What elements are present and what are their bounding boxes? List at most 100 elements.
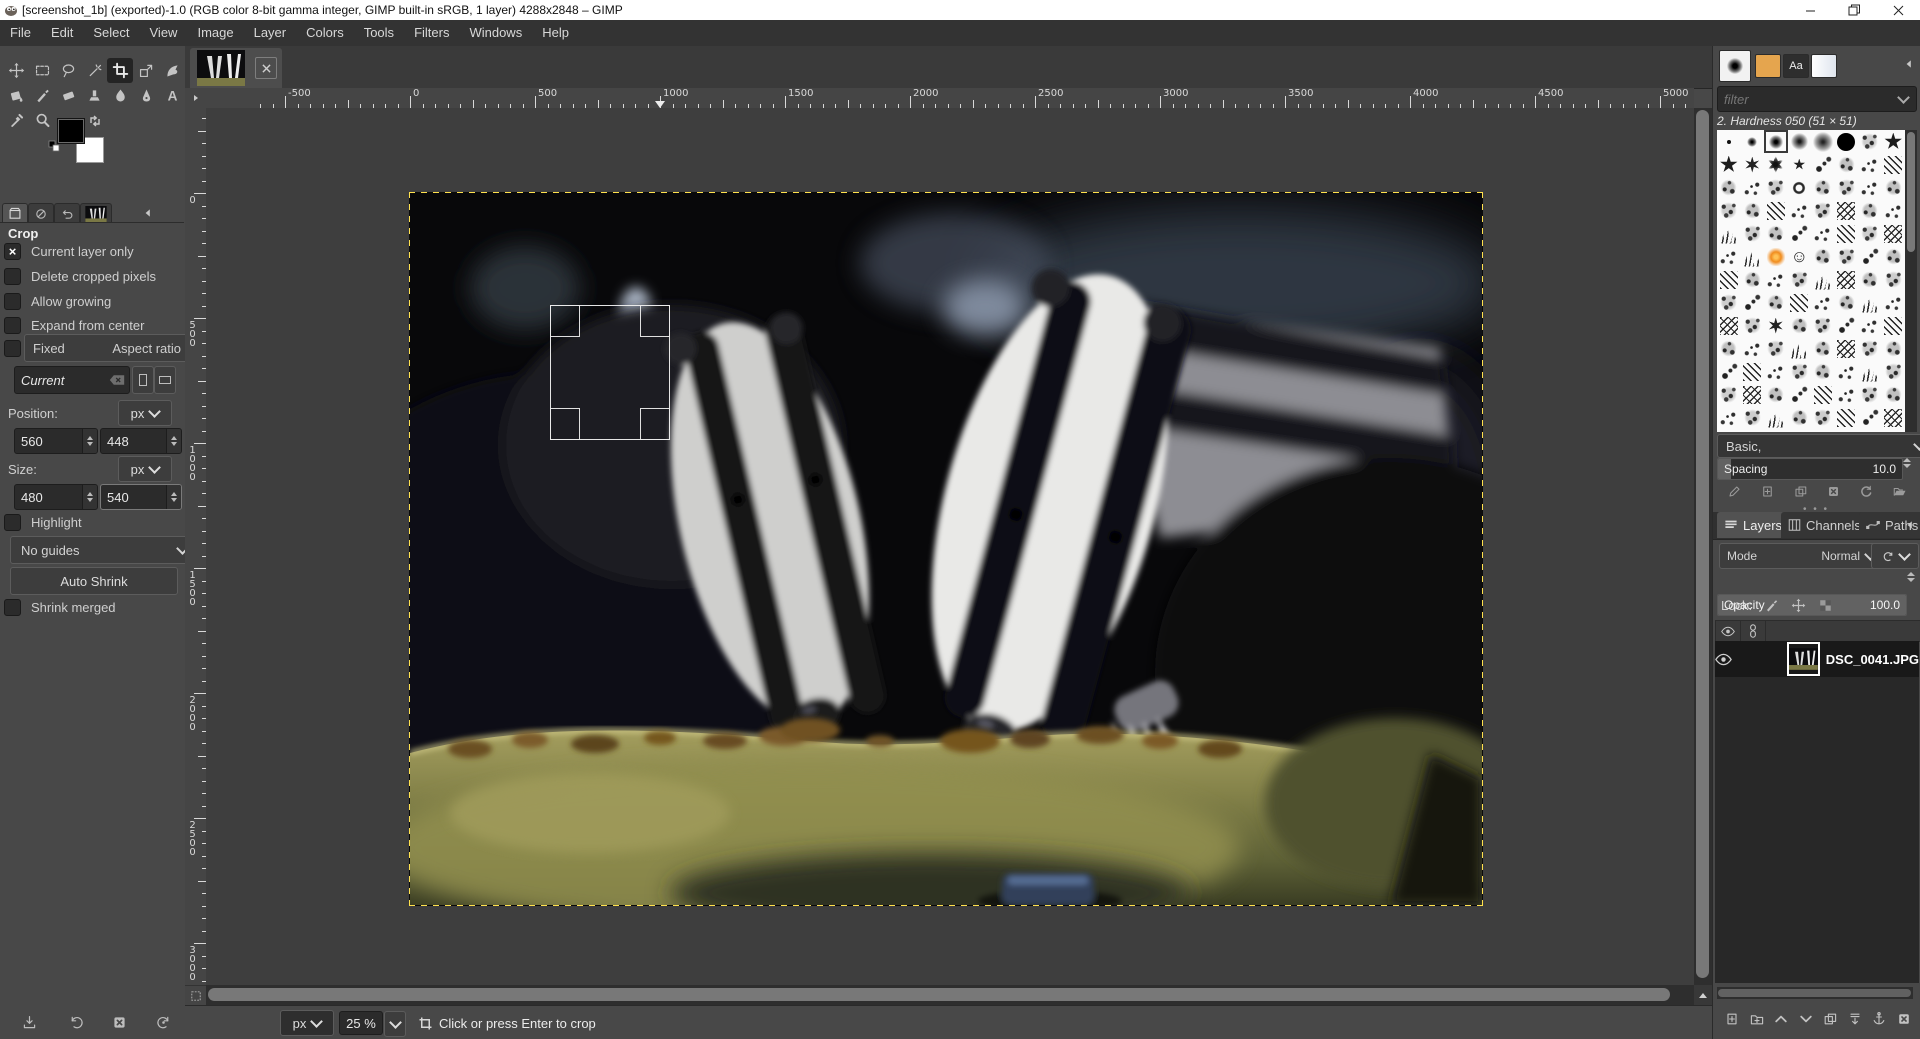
brush-tex3[interactable] — [1741, 176, 1765, 199]
delete-brush-button[interactable] — [1820, 480, 1846, 502]
brush-tex1[interactable] — [1764, 176, 1788, 199]
tool-unified-transform[interactable] — [133, 58, 159, 83]
brush-tex3[interactable] — [1811, 222, 1835, 245]
brush-soft2[interactable] — [1764, 130, 1788, 153]
brush-star[interactable] — [1882, 130, 1906, 153]
open-brush-as-image-button[interactable] — [1886, 480, 1912, 502]
delete-layer-button[interactable] — [1893, 1007, 1915, 1031]
brush-tex2[interactable] — [1764, 383, 1788, 406]
portrait-orientation-button[interactable] — [132, 366, 154, 394]
tab-device-status[interactable] — [28, 203, 54, 223]
brush-tex2[interactable] — [1882, 176, 1906, 199]
link-column-icon[interactable] — [1741, 621, 1766, 641]
dock-menu-button[interactable] — [140, 205, 156, 221]
tab-channels[interactable]: Channels — [1781, 512, 1868, 538]
clear-entry-icon[interactable] — [109, 374, 125, 386]
layer-thumbnail[interactable] — [1789, 644, 1818, 674]
highlight-checkbox[interactable] — [4, 514, 21, 531]
brush-tex2[interactable] — [1788, 406, 1812, 429]
vertical-ruler[interactable]: 050010001500200025003000 — [185, 108, 207, 985]
brush-grass[interactable] — [1764, 406, 1788, 429]
layer-row[interactable]: DSC_0041.JPG — [1715, 641, 1919, 677]
brush-solid[interactable] — [1835, 130, 1859, 153]
layer-list-scrollbar-thumb[interactable] — [1718, 989, 1911, 997]
size-width-field[interactable] — [14, 484, 98, 510]
brush-tex3[interactable] — [1764, 360, 1788, 383]
visibility-column-icon[interactable] — [1716, 621, 1741, 641]
tool-paintbrush[interactable] — [29, 83, 55, 108]
brush-hatch[interactable] — [1835, 337, 1859, 360]
close-button[interactable] — [1876, 0, 1920, 20]
brush-tex2[interactable] — [1717, 337, 1741, 360]
size-width-spinner[interactable] — [82, 485, 97, 509]
fixed-checkbox[interactable] — [4, 340, 21, 357]
brush-tex2[interactable] — [1882, 245, 1906, 268]
guides-dropdown[interactable]: No guides — [10, 536, 198, 564]
brush-lines[interactable] — [1835, 222, 1859, 245]
brush-soft4[interactable] — [1811, 130, 1835, 153]
size-width-input[interactable] — [15, 490, 82, 505]
brush-grass[interactable] — [1788, 337, 1812, 360]
reset-tool-options-button[interactable] — [148, 1010, 178, 1034]
brush-orange[interactable] — [1764, 245, 1788, 268]
tool-eraser[interactable] — [55, 83, 81, 108]
tool-handle-transform[interactable] — [159, 58, 185, 83]
brush-tex1[interactable] — [1858, 130, 1882, 153]
menu-view[interactable]: View — [140, 20, 188, 46]
brush-tex1[interactable] — [1882, 360, 1906, 383]
brush-dock-menu-button[interactable] — [1901, 56, 1917, 72]
new-layer-group-button[interactable] — [1746, 1007, 1768, 1031]
tab-patterns[interactable] — [1755, 54, 1781, 78]
brush-tex2[interactable] — [1764, 291, 1788, 314]
brush-tex1[interactable] — [1717, 199, 1741, 222]
tab-tool-options[interactable] — [2, 203, 28, 223]
position-y-spinner[interactable] — [166, 429, 181, 453]
brush-tex3[interactable] — [1858, 314, 1882, 337]
brush-tex2[interactable] — [1882, 383, 1906, 406]
tool-fuzzy-select[interactable] — [81, 58, 107, 83]
brush-smiley[interactable]: ☺ — [1788, 245, 1812, 268]
brush-flake[interactable] — [1764, 314, 1788, 337]
brush-tex2[interactable] — [1741, 199, 1765, 222]
brush-spark[interactable] — [1788, 222, 1812, 245]
minimize-button[interactable] — [1788, 0, 1832, 20]
menu-colors[interactable]: Colors — [296, 20, 354, 46]
menu-select[interactable]: Select — [83, 20, 139, 46]
crop-handle-sw[interactable] — [550, 408, 580, 440]
crop-handle-nw[interactable] — [550, 305, 580, 337]
aspect-ratio-input[interactable] — [15, 373, 109, 388]
brush-spark[interactable] — [1858, 245, 1882, 268]
brush-filter-input[interactable] — [1718, 92, 1899, 107]
tab-fonts[interactable]: Aa — [1783, 54, 1809, 78]
brush-spark[interactable] — [1835, 314, 1859, 337]
brush-grass[interactable] — [1858, 291, 1882, 314]
tab-undo-history[interactable] — [54, 203, 80, 223]
brush-hatch[interactable] — [1741, 383, 1765, 406]
canvas-image[interactable] — [410, 193, 1482, 905]
position-y-input[interactable] — [101, 434, 166, 449]
brush-tex3[interactable] — [1788, 199, 1812, 222]
brush-tex1[interactable] — [1835, 176, 1859, 199]
ruler-corner-menu-button[interactable] — [185, 88, 207, 109]
tool-smudge[interactable] — [107, 83, 133, 108]
option-allow-growing[interactable]: Allow growing — [4, 293, 111, 310]
brush-tex1[interactable] — [1741, 406, 1765, 429]
landscape-orientation-button[interactable] — [154, 366, 176, 394]
image-tab-close-icon[interactable] — [255, 57, 277, 79]
position-y-field[interactable] — [100, 428, 182, 454]
option-current-layer-only[interactable]: ×Current layer only — [4, 243, 134, 260]
brush-tex3[interactable] — [1717, 406, 1741, 429]
quick-mask-toggle[interactable] — [185, 985, 207, 1006]
tool-color-picker[interactable] — [3, 108, 29, 133]
brush-tex2[interactable] — [1858, 199, 1882, 222]
tool-rectangle-select[interactable] — [29, 58, 55, 83]
brush-lines[interactable] — [1717, 268, 1741, 291]
brush-grass[interactable] — [1811, 268, 1835, 291]
tool-free-select[interactable] — [55, 58, 81, 83]
position-x-spinner[interactable] — [82, 429, 97, 453]
brush-star[interactable] — [1717, 153, 1741, 176]
brush-lines[interactable] — [1882, 153, 1906, 176]
brush-tex1[interactable] — [1858, 383, 1882, 406]
tab-image-thumbnail[interactable] — [80, 203, 112, 223]
brush-starsm[interactable] — [1788, 153, 1812, 176]
